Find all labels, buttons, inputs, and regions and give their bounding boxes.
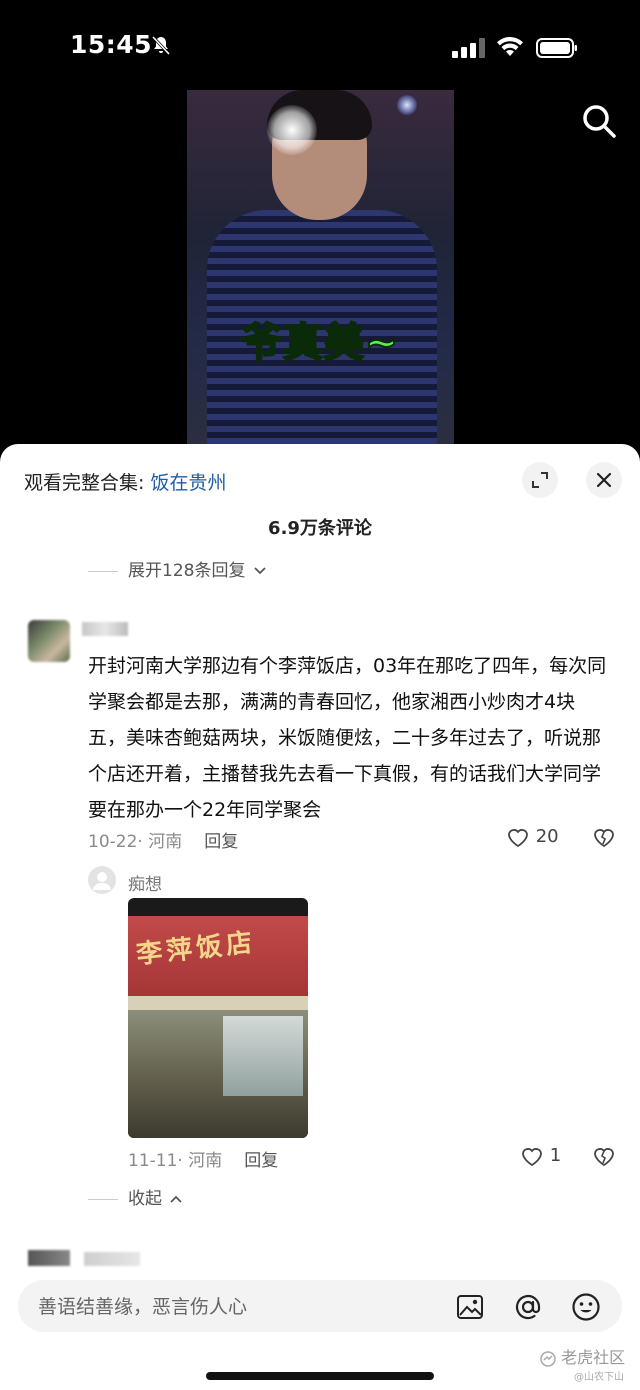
chevron-down-icon [254, 567, 266, 575]
comment-input[interactable] [36, 1280, 440, 1334]
battery-icon [536, 38, 577, 58]
expand-replies-label: 展开128条回复 [128, 561, 246, 581]
default-user-icon [93, 872, 111, 890]
expand-sheet-button[interactable] [522, 462, 558, 498]
collapse-label: 收起 [128, 1189, 162, 1209]
comment-count: 6.9万条评论 [268, 518, 372, 539]
comment-text[interactable]: 开封河南大学那边有个李萍饭店，03年在那吃了四年，每次同学聚会都是去那，满满的青… [88, 648, 608, 828]
comment-sheet [0, 444, 640, 1390]
collection-link-row[interactable]: 观看完整合集: 饭在贵州 [24, 468, 226, 495]
chevron-up-icon [170, 1195, 183, 1203]
expand-icon [532, 472, 548, 488]
comment-meta: 10-22· 河南 回复 [88, 827, 238, 852]
username-redacted[interactable] [82, 622, 128, 636]
divider-line [88, 570, 118, 572]
reply-username[interactable]: 痴想 [128, 870, 162, 895]
heart-icon [508, 829, 528, 848]
video-player[interactable]: 爷真美~ [187, 90, 454, 450]
reply-like-count: 1 [549, 1145, 562, 1166]
dislike-broken-heart-icon[interactable] [592, 826, 616, 848]
reply-like-button[interactable]: 1 [520, 1145, 561, 1167]
cellular-signal-icon [452, 38, 485, 58]
reply-button[interactable]: 回复 [204, 832, 238, 852]
reply-meta: 11-11· 河南 回复 [128, 1146, 278, 1171]
status-time: 15:45 [70, 30, 153, 59]
reply-date-location: 11-11· 河南 [128, 1151, 223, 1171]
mention-at-icon[interactable] [513, 1292, 543, 1322]
expand-replies-button[interactable]: 展开128条回复 [88, 556, 267, 581]
comment-date-location: 10-22· 河南 [88, 832, 183, 852]
video-frame-lamp [397, 95, 417, 115]
close-icon [596, 472, 612, 488]
next-comment-avatar-redacted[interactable] [28, 1250, 70, 1266]
reply-avatar[interactable] [88, 866, 116, 894]
photo-strip [128, 996, 308, 1010]
next-comment-username-redacted[interactable] [84, 1252, 140, 1266]
reply-dislike-broken-heart-icon[interactable] [592, 1145, 616, 1167]
emoji-icon[interactable] [571, 1292, 601, 1322]
wifi-icon [497, 36, 523, 56]
silent-bell-icon [151, 35, 171, 56]
status-bar: 15:45 [0, 0, 640, 90]
video-frame-light [267, 105, 317, 155]
home-indicator[interactable] [206, 1372, 434, 1380]
like-count: 20 [535, 826, 559, 847]
reply-photo[interactable]: 李萍饭店 [128, 898, 308, 1138]
image-icon[interactable] [456, 1293, 484, 1321]
photo-window [223, 1016, 303, 1096]
watermark-text: 老虎社区 [561, 1348, 626, 1367]
close-sheet-button[interactable] [586, 462, 622, 498]
watermark: 老虎社区 [540, 1344, 625, 1368]
collapse-replies-button[interactable]: 收起 [88, 1184, 183, 1209]
reply-reply-button[interactable]: 回复 [244, 1151, 278, 1171]
video-caption: 爷真美~ [241, 319, 400, 367]
like-button[interactable]: 20 [506, 826, 559, 848]
collection-name-link[interactable]: 饭在贵州 [150, 472, 226, 494]
watermark-handle: @山农下山 [574, 1372, 624, 1383]
divider-line [88, 1198, 118, 1200]
collection-label: 观看完整合集: [24, 472, 151, 494]
avatar[interactable] [28, 620, 70, 662]
watermark-logo-icon [540, 1350, 556, 1367]
heart-icon [522, 1148, 542, 1167]
comment-input-bar [18, 1280, 622, 1334]
search-icon[interactable] [578, 100, 620, 142]
